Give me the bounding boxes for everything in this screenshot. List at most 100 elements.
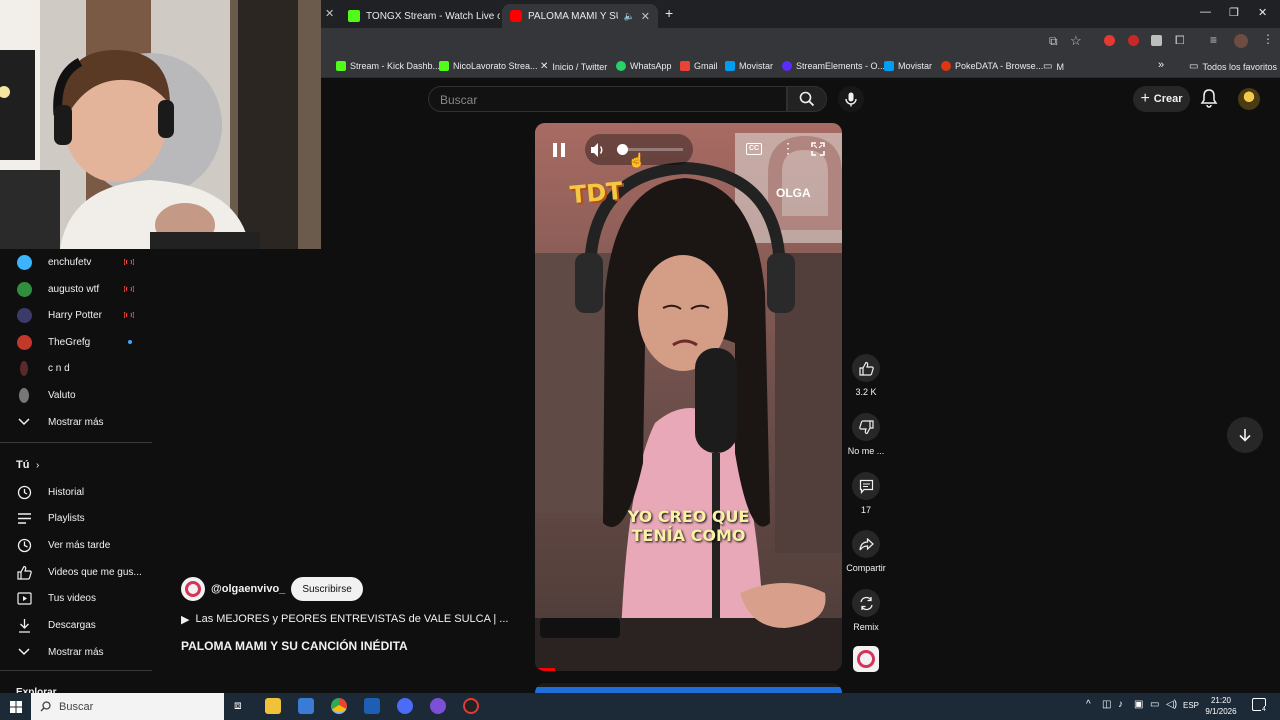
install-app-icon[interactable]: ⧉ <box>1049 34 1058 49</box>
dislike-label: No me ... <box>847 446 885 456</box>
sidebar-you-heading[interactable]: Tú › <box>0 452 152 478</box>
taskbar-search[interactable]: Buscar <box>31 693 224 720</box>
notifications-button[interactable] <box>1200 88 1218 113</box>
restore-icon[interactable]: ❐ <box>1229 6 1239 19</box>
comments-button[interactable]: 17 <box>845 472 887 515</box>
more-bookmarks-icon[interactable]: » <box>1158 59 1164 71</box>
tray-app-icon[interactable]: ▣ <box>1134 699 1143 710</box>
speaker-icon[interactable]: 🔈 <box>624 11 635 22</box>
app-icon[interactable] <box>397 698 413 714</box>
share-button[interactable]: Compartir <box>845 530 887 573</box>
tab-tongx-stream[interactable]: TONGX Stream - Watch Live on ✕ <box>340 4 500 28</box>
extensions-puzzle-icon[interactable]: ⧠ <box>1175 33 1185 48</box>
network-icon[interactable]: ▭ <box>1150 699 1159 710</box>
thumbs-up-icon <box>852 354 880 382</box>
sidebar-item-liked-videos[interactable]: Videos que me gus... <box>0 559 152 585</box>
short-title: PALOMA MAMI Y SU CANCIÓN INÉDITA <box>181 639 408 653</box>
close-window-icon[interactable]: ✕ <box>1258 6 1267 19</box>
close-tab-icon[interactable]: ✕ <box>325 7 334 20</box>
like-button[interactable]: 3.2 K <box>845 354 887 397</box>
create-label: Crear <box>1153 93 1183 105</box>
microphone-icon[interactable]: ♪ <box>1118 699 1123 710</box>
chrome-icon[interactable] <box>331 698 347 714</box>
search-button[interactable] <box>787 86 827 112</box>
sidebar-item-label: Valuto <box>48 389 76 401</box>
captions-icon[interactable]: CC <box>746 143 762 155</box>
taskbar-clock[interactable]: 21:20 9/1/2026 <box>1201 695 1241 717</box>
sidebar-item-harry-potter[interactable]: Harry Potter <box>0 302 152 328</box>
obs-icon[interactable] <box>463 698 479 714</box>
pokedata-icon <box>941 61 951 71</box>
channel-avatar[interactable] <box>181 577 205 601</box>
store-icon[interactable] <box>298 698 314 714</box>
pause-button[interactable] <box>552 142 566 163</box>
channel-handle[interactable]: @olgaenvivo_ <box>211 583 285 595</box>
movistar-icon <box>884 61 894 71</box>
tray-app-icon[interactable]: ◫ <box>1102 699 1111 710</box>
volume-icon[interactable] <box>590 142 606 158</box>
sidebar-item-history[interactable]: Historial <box>0 479 152 505</box>
sidebar-item-valuto[interactable]: Valuto <box>0 382 152 408</box>
profile-avatar[interactable] <box>1234 34 1248 48</box>
sidebar-item-augusto-wtf[interactable]: augusto wtf <box>0 276 152 302</box>
extension-red-icon[interactable] <box>1128 35 1139 46</box>
chrome-menu-icon[interactable]: ⋮ <box>1262 32 1274 46</box>
bookmark-kick-dashboard[interactable]: Stream - Kick Dashb... <box>336 61 440 71</box>
progress-bar[interactable] <box>535 668 555 671</box>
media-control-icon[interactable]: ≡ <box>1210 33 1217 47</box>
bookmark-folder-m[interactable]: ▭ M <box>1043 61 1064 72</box>
sidebar-item-watch-later[interactable]: Ver más tarde <box>0 532 152 558</box>
bookmark-streamelements[interactable]: StreamElements - O... <box>782 61 885 71</box>
comment-count: 17 <box>860 505 871 515</box>
sidebar-item-downloads[interactable]: Descargas <box>0 612 152 638</box>
tray-chevron-icon[interactable]: ^ <box>1086 699 1091 710</box>
bookmark-gmail[interactable]: Gmail <box>680 61 718 71</box>
sidebar-item-thegrefg[interactable]: TheGrefg <box>0 329 152 355</box>
task-view-icon[interactable]: ⧈ <box>234 698 242 713</box>
audio-source-thumbnail[interactable] <box>853 646 879 672</box>
shorts-video-player[interactable]: TDT OLGA YO CREO QUE TENÍA COMO ☝ CC ⋮ <box>535 123 842 671</box>
show-more-you[interactable]: Mostrar más <box>0 639 152 665</box>
extension-record-icon[interactable] <box>1104 35 1115 46</box>
all-bookmarks[interactable]: ▭ Todos los favoritos <box>1189 61 1277 72</box>
outlook-icon[interactable] <box>364 698 380 714</box>
chevron-down-icon <box>16 414 32 430</box>
next-short-button[interactable] <box>1227 417 1263 453</box>
bookmark-nicolavorato[interactable]: NicoLavorato Strea... <box>439 61 538 71</box>
sidebar-item-playlists[interactable]: Playlists <box>0 505 152 531</box>
bookmark-twitter[interactable]: ✕ Inicio / Twitter <box>540 61 607 72</box>
subscribe-button[interactable]: Suscribirse <box>291 577 363 601</box>
windows-start-icon[interactable] <box>10 701 22 713</box>
fullscreen-icon[interactable] <box>811 142 825 156</box>
more-options-icon[interactable]: ⋮ <box>781 140 795 157</box>
bookmark-star-icon[interactable]: ☆ <box>1070 33 1082 49</box>
close-tab-icon[interactable]: ✕ <box>641 10 650 23</box>
bookmark-movistar-2[interactable]: Movistar <box>884 61 932 71</box>
volume-icon[interactable]: ◁) <box>1166 699 1177 710</box>
dislike-button[interactable]: No me ... <box>845 413 887 456</box>
bookmark-pokedata[interactable]: PokeDATA - Browse... <box>941 61 1043 71</box>
app-icon[interactable] <box>430 698 446 714</box>
tab-paloma-mami[interactable]: PALOMA MAMI Y SU CANC 🔈 ✕ <box>502 4 658 28</box>
show-more-subscriptions[interactable]: Mostrar más <box>0 409 152 435</box>
extension-gray-icon[interactable] <box>1151 35 1162 46</box>
file-explorer-icon[interactable] <box>265 698 281 714</box>
sidebar-item-cnd[interactable]: c n d <box>0 355 152 381</box>
minimize-icon[interactable]: — <box>1200 6 1211 18</box>
windows-taskbar: Buscar ⧈ ^ ◫ ♪ ▣ ▭ ◁) ESP 21:20 9/1/2026… <box>0 693 1280 720</box>
language-indicator[interactable]: ESP <box>1183 701 1199 710</box>
new-tab-icon[interactable]: + <box>665 5 673 21</box>
search-input[interactable]: Buscar <box>428 86 787 112</box>
create-button[interactable]: + Crear <box>1133 86 1190 112</box>
sidebar-item-enchufetv[interactable]: enchufetv <box>0 249 152 275</box>
playlist-link[interactable]: ▶ Las MEJORES y PEORES ENTREVISTAS de VA… <box>181 613 508 626</box>
voice-search-button[interactable] <box>838 86 864 112</box>
volume-slider-handle[interactable] <box>617 144 628 155</box>
channel-row: @olgaenvivo_ Suscribirse <box>181 577 363 601</box>
bookmark-whatsapp[interactable]: WhatsApp <box>616 61 672 71</box>
bookmark-movistar[interactable]: Movistar <box>725 61 773 71</box>
account-avatar[interactable] <box>1238 88 1260 110</box>
sidebar-item-label: c n d <box>48 362 70 374</box>
sidebar-item-your-videos[interactable]: Tus videos <box>0 585 152 611</box>
remix-button[interactable]: Remix <box>845 589 887 632</box>
